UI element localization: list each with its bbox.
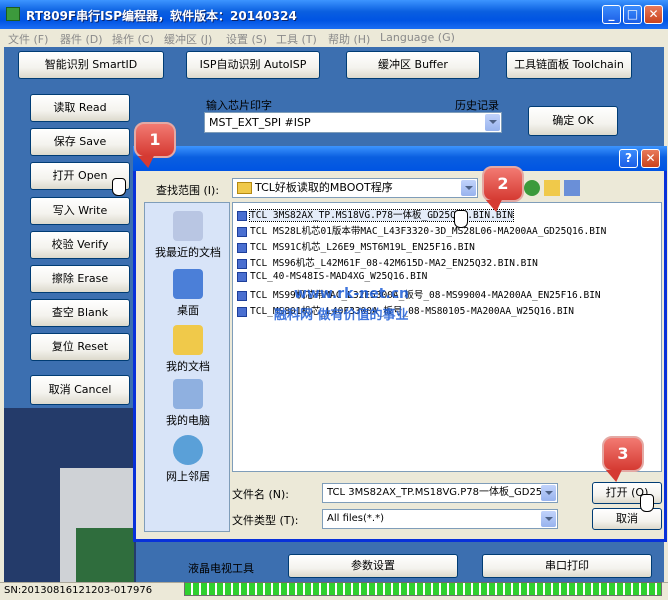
chip-ok-button[interactable]: 确定 OK — [528, 106, 618, 136]
erase-button[interactable]: 擦除 Erase — [30, 265, 130, 293]
recent-docs-icon — [173, 211, 203, 241]
filetype-select[interactable]: All files(*.*) — [322, 509, 558, 529]
hand-cursor-icon — [454, 210, 468, 228]
app-icon — [6, 7, 20, 21]
place-network-label: 网上邻居 — [166, 470, 210, 483]
autoisp-button[interactable]: ISP自动识别 AutoISP — [186, 51, 320, 79]
serial-number: SN:20130816121203-017976 — [4, 585, 153, 596]
read-button[interactable]: 读取 Read — [30, 94, 130, 122]
title-bar[interactable]: RT809F串行ISP编程器，软件版本：20140324 _ □ ✕ — [0, 0, 668, 29]
chevron-down-icon[interactable] — [485, 114, 500, 131]
lcd-tool-label: 液晶电视工具 — [188, 562, 254, 575]
menu-settings[interactable]: 设置 (S) — [226, 31, 267, 47]
menu-help[interactable]: 帮助 (H) — [328, 31, 370, 47]
buffer-button[interactable]: 缓冲区 Buffer — [346, 51, 480, 79]
view-menu-icon[interactable] — [564, 180, 580, 196]
menu-bar: 文件 (F) 器件 (D) 操作 (C) 缓冲区 (J) 设置 (S) 工具 (… — [0, 29, 668, 47]
progress-bar — [184, 582, 662, 596]
my-documents-icon — [173, 325, 203, 355]
filename-chevron-icon[interactable] — [541, 485, 556, 501]
serial-print-button[interactable]: 串口打印 — [482, 554, 652, 578]
place-documents[interactable]: 我的文档 — [145, 325, 231, 374]
file-item[interactable]: TCL MS28L机芯01版本带MAC_L43F3320-3D_MS28L06-… — [237, 223, 606, 237]
help-button[interactable]: ? — [619, 149, 638, 168]
file-icon — [237, 242, 247, 253]
filetype-chevron-icon[interactable] — [541, 511, 556, 527]
menu-language[interactable]: Language (G) — [380, 31, 455, 44]
watermark-url: www.rk-net.cn — [294, 286, 409, 302]
verify-button[interactable]: 校验 Verify — [30, 231, 130, 259]
watermark-slogan: 融科网 做有价值的事业 — [274, 308, 409, 323]
file-item[interactable]: TCL MS96机芯_L42M61F_08-42M615D-MA2_EN25Q3… — [237, 255, 538, 269]
filename-value: TCL 3MS82AX_TP.MS18VG.P78一体板_GD25Q: — [327, 487, 554, 498]
reset-button[interactable]: 复位 Reset — [30, 333, 130, 361]
chip-combo[interactable]: MST_EXT_SPI #ISP — [204, 112, 502, 133]
callout-step-3: 3 — [602, 436, 644, 472]
file-item[interactable]: TCL_40-MS48IS-MAD4XG_W25Q16.BIN — [237, 271, 427, 282]
dialog-close-button[interactable]: ✕ — [641, 149, 660, 168]
menu-operation[interactable]: 操作 (C) — [112, 31, 154, 47]
menu-file[interactable]: 文件 (F) — [8, 31, 48, 47]
callout-step-2: 2 — [482, 166, 524, 202]
place-desktop-label: 桌面 — [177, 304, 199, 317]
open-file-dialog: ? ✕ 查找范围 (I): TCL好板读取的MBOOT程序 我最近的文档 桌面 … — [133, 146, 667, 542]
blank-button[interactable]: 查空 Blank — [30, 299, 130, 327]
file-icon — [237, 226, 247, 237]
file-item[interactable]: TCL 3MS82AX_TP.MS18VG.P78一体板_GD25Q32.BIN… — [237, 207, 514, 222]
place-desktop[interactable]: 桌面 — [145, 269, 231, 318]
place-recent-label: 我最近的文档 — [155, 246, 221, 259]
minimize-button[interactable]: _ — [602, 5, 621, 24]
place-computer-label: 我的电脑 — [166, 414, 210, 427]
file-icon — [237, 271, 247, 282]
my-computer-icon — [173, 379, 203, 409]
filename-input[interactable]: TCL 3MS82AX_TP.MS18VG.P78一体板_GD25Q: — [322, 483, 558, 503]
menu-buffer[interactable]: 缓冲区 (J) — [164, 31, 212, 47]
write-button[interactable]: 写入 Write — [30, 197, 130, 225]
place-computer[interactable]: 我的电脑 — [145, 379, 231, 428]
place-documents-label: 我的文档 — [166, 360, 210, 373]
cancel-button[interactable]: 取消 Cancel — [30, 375, 130, 405]
filetype-label: 文件类型 (T): — [232, 514, 299, 527]
history-label: 历史记录 — [455, 99, 499, 112]
file-icon — [237, 306, 247, 317]
places-bar: 我最近的文档 桌面 我的文档 我的电脑 网上邻居 — [144, 202, 230, 532]
new-folder-icon[interactable] — [544, 180, 560, 196]
folder-icon — [237, 182, 252, 194]
place-network[interactable]: 网上邻居 — [145, 435, 231, 484]
back-icon[interactable] — [524, 180, 540, 196]
lookin-label: 查找范围 (I): — [156, 184, 220, 197]
chip-combo-value: MST_EXT_SPI #ISP — [209, 116, 311, 129]
window-title: RT809F串行ISP编程器，软件版本：20140324 — [26, 9, 297, 23]
place-recent[interactable]: 我最近的文档 — [145, 211, 231, 260]
dialog-cancel-button[interactable]: 取消 — [592, 508, 662, 530]
hand-cursor-icon — [112, 178, 126, 196]
params-button[interactable]: 参数设置 — [288, 554, 458, 578]
toolchain-button[interactable]: 工具链面板 Toolchain — [506, 51, 632, 79]
file-icon — [237, 258, 247, 269]
filetype-value: All files(*.*) — [327, 513, 384, 524]
filename-label: 文件名 (N): — [232, 488, 290, 501]
save-button[interactable]: 保存 Save — [30, 128, 130, 156]
board-photo — [4, 408, 136, 582]
hand-cursor-icon — [640, 494, 654, 512]
photo-pcb-shape — [76, 528, 134, 582]
lookin-value: TCL好板读取的MBOOT程序 — [255, 181, 393, 194]
maximize-button[interactable]: □ — [623, 5, 642, 24]
file-icon — [237, 210, 247, 221]
callout-step-1: 1 — [134, 122, 176, 158]
menu-device[interactable]: 器件 (D) — [60, 31, 103, 47]
file-item[interactable]: TCL MS91C机芯_L26E9_MST6M19L_EN25F16.BIN — [237, 239, 475, 253]
desktop-icon — [173, 269, 203, 299]
dialog-title-bar[interactable]: ? ✕ — [133, 146, 667, 171]
file-icon — [237, 290, 247, 301]
lookin-combo[interactable]: TCL好板读取的MBOOT程序 — [232, 178, 478, 198]
network-icon — [173, 435, 203, 465]
smartid-button[interactable]: 智能识别 SmartID — [18, 51, 164, 79]
chip-input-label: 输入芯片印字 — [206, 99, 272, 112]
lookin-chevron-icon[interactable] — [461, 180, 476, 196]
file-list: TCL 3MS82AX_TP.MS18VG.P78一体板_GD25Q32.BIN… — [232, 202, 662, 472]
file-item[interactable]: TCL MS99机芯带MAC_L32E5300A_板号_08-MS99004-M… — [237, 287, 601, 301]
close-button[interactable]: ✕ — [644, 5, 663, 24]
menu-tools[interactable]: 工具 (T) — [276, 31, 317, 47]
